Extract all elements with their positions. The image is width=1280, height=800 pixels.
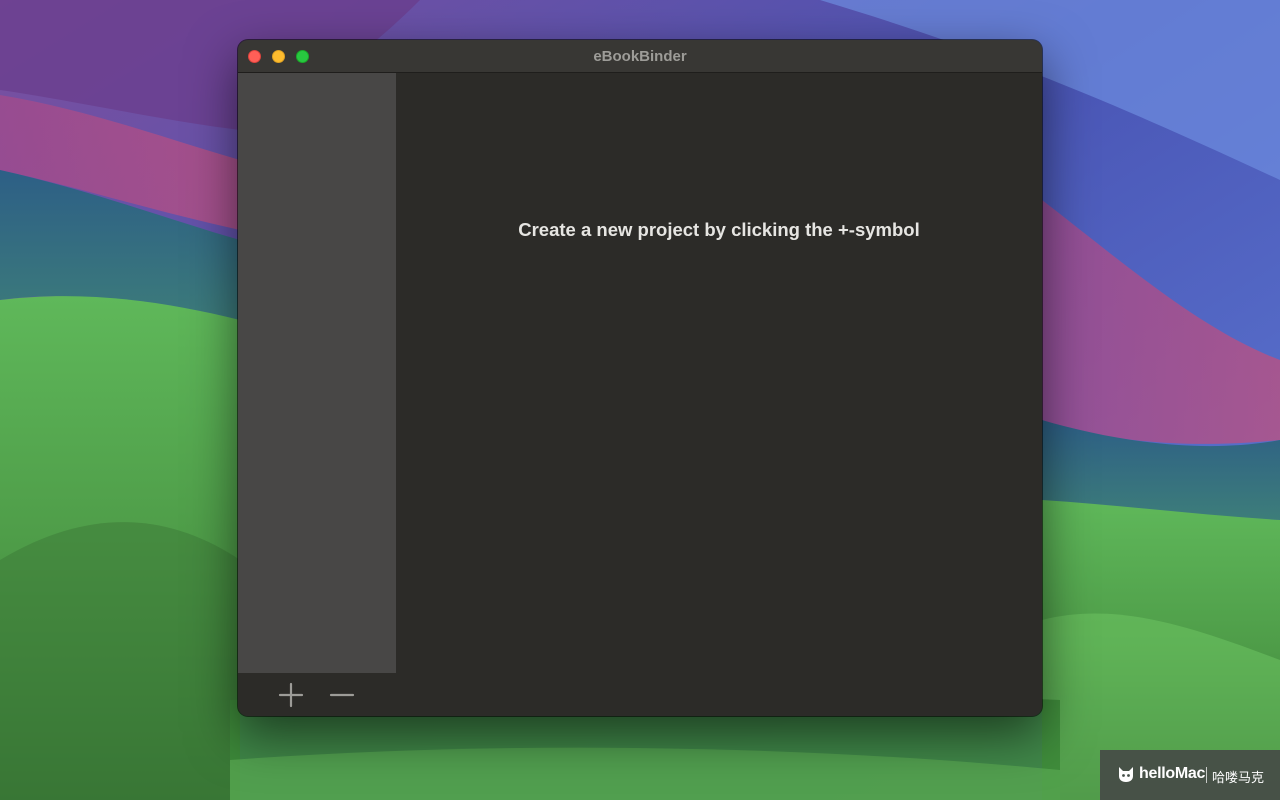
title-bar[interactable]: eBookBinder [238, 40, 1042, 73]
watermark-brand-cn: 哈喽马克 [1212, 770, 1265, 785]
cat-logo-icon [1119, 767, 1133, 782]
add-project-button[interactable] [277, 682, 305, 708]
window-title: eBookBinder [593, 48, 687, 65]
desktop: eBookBinder Create a new project by clic… [0, 0, 1280, 800]
remove-project-button[interactable] [328, 682, 356, 708]
minus-icon [329, 693, 355, 697]
plus-icon [278, 682, 304, 708]
watermark: helloMac 哈喽马克 [1100, 750, 1280, 800]
watermark-brand: helloMac [1139, 765, 1206, 782]
main-content: Create a new project by clicking the +-s… [396, 73, 1042, 673]
sidebar-toolbar [238, 673, 1042, 716]
project-sidebar[interactable] [238, 73, 396, 673]
app-window: eBookBinder Create a new project by clic… [238, 40, 1042, 716]
watermark-divider [1206, 767, 1207, 783]
empty-state-message: Create a new project by clicking the +-s… [518, 219, 920, 240]
